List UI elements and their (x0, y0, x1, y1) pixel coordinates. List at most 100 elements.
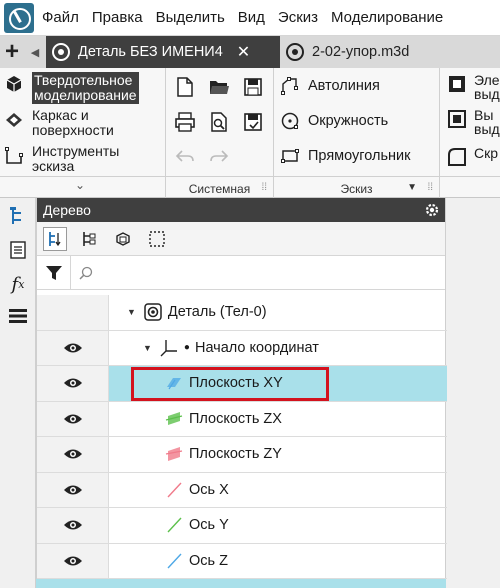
menu-view[interactable]: Вид (238, 9, 265, 26)
mode-label-line2: моделирование (34, 87, 137, 103)
axis-z-icon (167, 553, 182, 569)
fillet-button[interactable]: Скр (446, 146, 498, 168)
element-extrude-button[interactable]: Эле выд (446, 73, 500, 101)
eye-icon[interactable] (63, 483, 83, 497)
visibility-cell (37, 295, 109, 330)
tree-row-plane-zx[interactable]: Плоскость ZX (37, 401, 447, 437)
mode-label-line1: Каркас и (32, 107, 89, 123)
menu-sketch[interactable]: Эскиз (278, 9, 318, 26)
redo-icon[interactable] (208, 146, 230, 168)
menu-select[interactable]: Выделить (156, 9, 225, 26)
ribbon-toolbar: Твердотельное моделирование Каркас и повер… (0, 68, 500, 198)
gear-icon[interactable] (423, 201, 441, 219)
tree-node: Ось X (109, 473, 229, 508)
new-document-button[interactable]: + (0, 36, 24, 68)
menu-bar: Файл Правка Выделить Вид Эскиз Моделиров… (0, 0, 500, 36)
axis-x-icon (167, 482, 182, 498)
open-folder-icon[interactable] (208, 76, 230, 98)
tree-panel-button[interactable] (6, 204, 30, 228)
tree-panel-header: Дерево (37, 198, 445, 222)
visibility-cell[interactable] (37, 330, 109, 365)
tree-row-part[interactable]: ▼ Деталь (Тел-0) (37, 295, 447, 331)
layers-menu-button[interactable] (6, 304, 30, 328)
tree-search-box[interactable] (71, 256, 445, 290)
document-tab-bar: + ◀ Деталь БЕЗ ИМЕНИ4 ✕ 2-02-упор.m3d (0, 36, 500, 68)
tree-view-structure-button[interactable] (77, 227, 101, 251)
tab-scroll-left-icon[interactable]: ◀ (24, 36, 46, 68)
tree-view-sorted-button[interactable] (43, 227, 67, 251)
rectangle-button[interactable]: Прямоугольник (280, 146, 410, 166)
visibility-cell[interactable] (37, 508, 109, 543)
mode-label-line1: Инструменты (32, 143, 120, 159)
tree-bottom-selection-strip (36, 579, 446, 588)
tree-row-plane-zy[interactable]: Плоскость ZY (37, 437, 447, 473)
system-group: Системная ⁞⁞ (166, 68, 274, 198)
print-icon[interactable] (174, 111, 196, 133)
tree-structure-icon (10, 207, 21, 224)
extra-label-line2: выд (474, 121, 500, 137)
mode-sketch-tools[interactable]: Инструменты эскиза (4, 144, 119, 174)
tree-node-label: Начало координат (194, 339, 319, 356)
tree-row-axis-z[interactable]: Ось Z (37, 543, 447, 579)
eye-icon[interactable] (63, 376, 83, 390)
tree-view-selection-button[interactable] (145, 227, 169, 251)
system-group-grip-icon[interactable]: ⁞⁞ (261, 182, 267, 193)
sketch-tools-icon (5, 147, 23, 164)
undo-icon[interactable] (174, 146, 196, 168)
extra-group: Эле выд Вы выд Скр (440, 68, 500, 198)
mode-solid-modeling[interactable]: Твердотельное моделирование (4, 72, 139, 104)
part-document-icon (286, 43, 304, 61)
visibility-cell[interactable] (37, 401, 109, 436)
tree-panel-title: Дерево (43, 202, 91, 218)
eye-icon[interactable] (63, 518, 83, 532)
save-icon[interactable] (242, 76, 264, 98)
save-all-icon[interactable] (242, 111, 264, 133)
tab-detail-unnamed[interactable]: Деталь БЕЗ ИМЕНИ4 ✕ (46, 36, 280, 68)
cut-extrude-icon (448, 110, 466, 128)
tree-row-origin[interactable]: ▼ ● Начало координат (37, 330, 447, 366)
filter-button[interactable] (37, 255, 71, 290)
eye-icon[interactable] (63, 412, 83, 426)
rectangle-icon (281, 149, 299, 163)
tab-upor-m3d[interactable]: 2-02-упор.m3d (280, 36, 418, 68)
print-preview-icon[interactable] (208, 111, 230, 133)
mode-label-line1: Твердотельное (34, 72, 133, 88)
expand-triangle-icon[interactable]: ▼ (127, 307, 136, 317)
annotation-highlight-box (131, 367, 329, 401)
tree-panel-toolbar (37, 222, 445, 256)
tree-node: Плоскость ZY (109, 437, 282, 472)
menu-modeling[interactable]: Моделирование (331, 9, 443, 26)
visibility-cell[interactable] (37, 366, 109, 401)
circle-button[interactable]: Окружность (280, 111, 388, 131)
extra-label-line1: Вы (474, 107, 494, 123)
circle-icon (281, 112, 299, 130)
eye-icon[interactable] (63, 341, 83, 355)
visibility-cell[interactable] (37, 437, 109, 472)
app-logo-icon[interactable] (4, 2, 34, 33)
tree-search-input[interactable] (99, 264, 399, 281)
tree-row-axis-y[interactable]: Ось Y (37, 508, 447, 544)
close-tab-icon[interactable]: ✕ (237, 42, 250, 62)
eye-icon[interactable] (63, 447, 83, 461)
tree-node-label: Ось Y (189, 517, 229, 534)
properties-panel-button[interactable] (6, 238, 30, 262)
visibility-cell[interactable] (37, 543, 109, 578)
new-document-icon[interactable] (174, 76, 196, 98)
sketch-group-dropdown-icon[interactable]: ▼ (407, 182, 417, 193)
autoline-button[interactable]: Автолиния (280, 76, 380, 96)
expand-triangle-icon[interactable]: ▼ (143, 343, 152, 353)
tree-node-label: Плоскость ZX (189, 410, 282, 427)
tree-view-components-button[interactable] (111, 227, 135, 251)
menu-file[interactable]: Файл (42, 9, 79, 26)
sketch-group-grip-icon[interactable]: ⁞⁞ (427, 182, 433, 193)
circle-label: Окружность (308, 113, 389, 129)
expand-modes-chevron-icon[interactable]: ⌄ (75, 178, 85, 192)
variables-fx-icon[interactable]: fx (6, 272, 30, 296)
cut-extrude-button[interactable]: Вы выд (446, 108, 500, 136)
eye-icon[interactable] (63, 554, 83, 568)
menu-edit[interactable]: Правка (92, 9, 143, 26)
mode-wireframe-surfaces[interactable]: Каркас и поверхности (4, 108, 114, 138)
visibility-cell[interactable] (37, 472, 109, 507)
tree-row-axis-x[interactable]: Ось X (37, 472, 447, 508)
tree-node-label: Ось X (189, 481, 229, 498)
